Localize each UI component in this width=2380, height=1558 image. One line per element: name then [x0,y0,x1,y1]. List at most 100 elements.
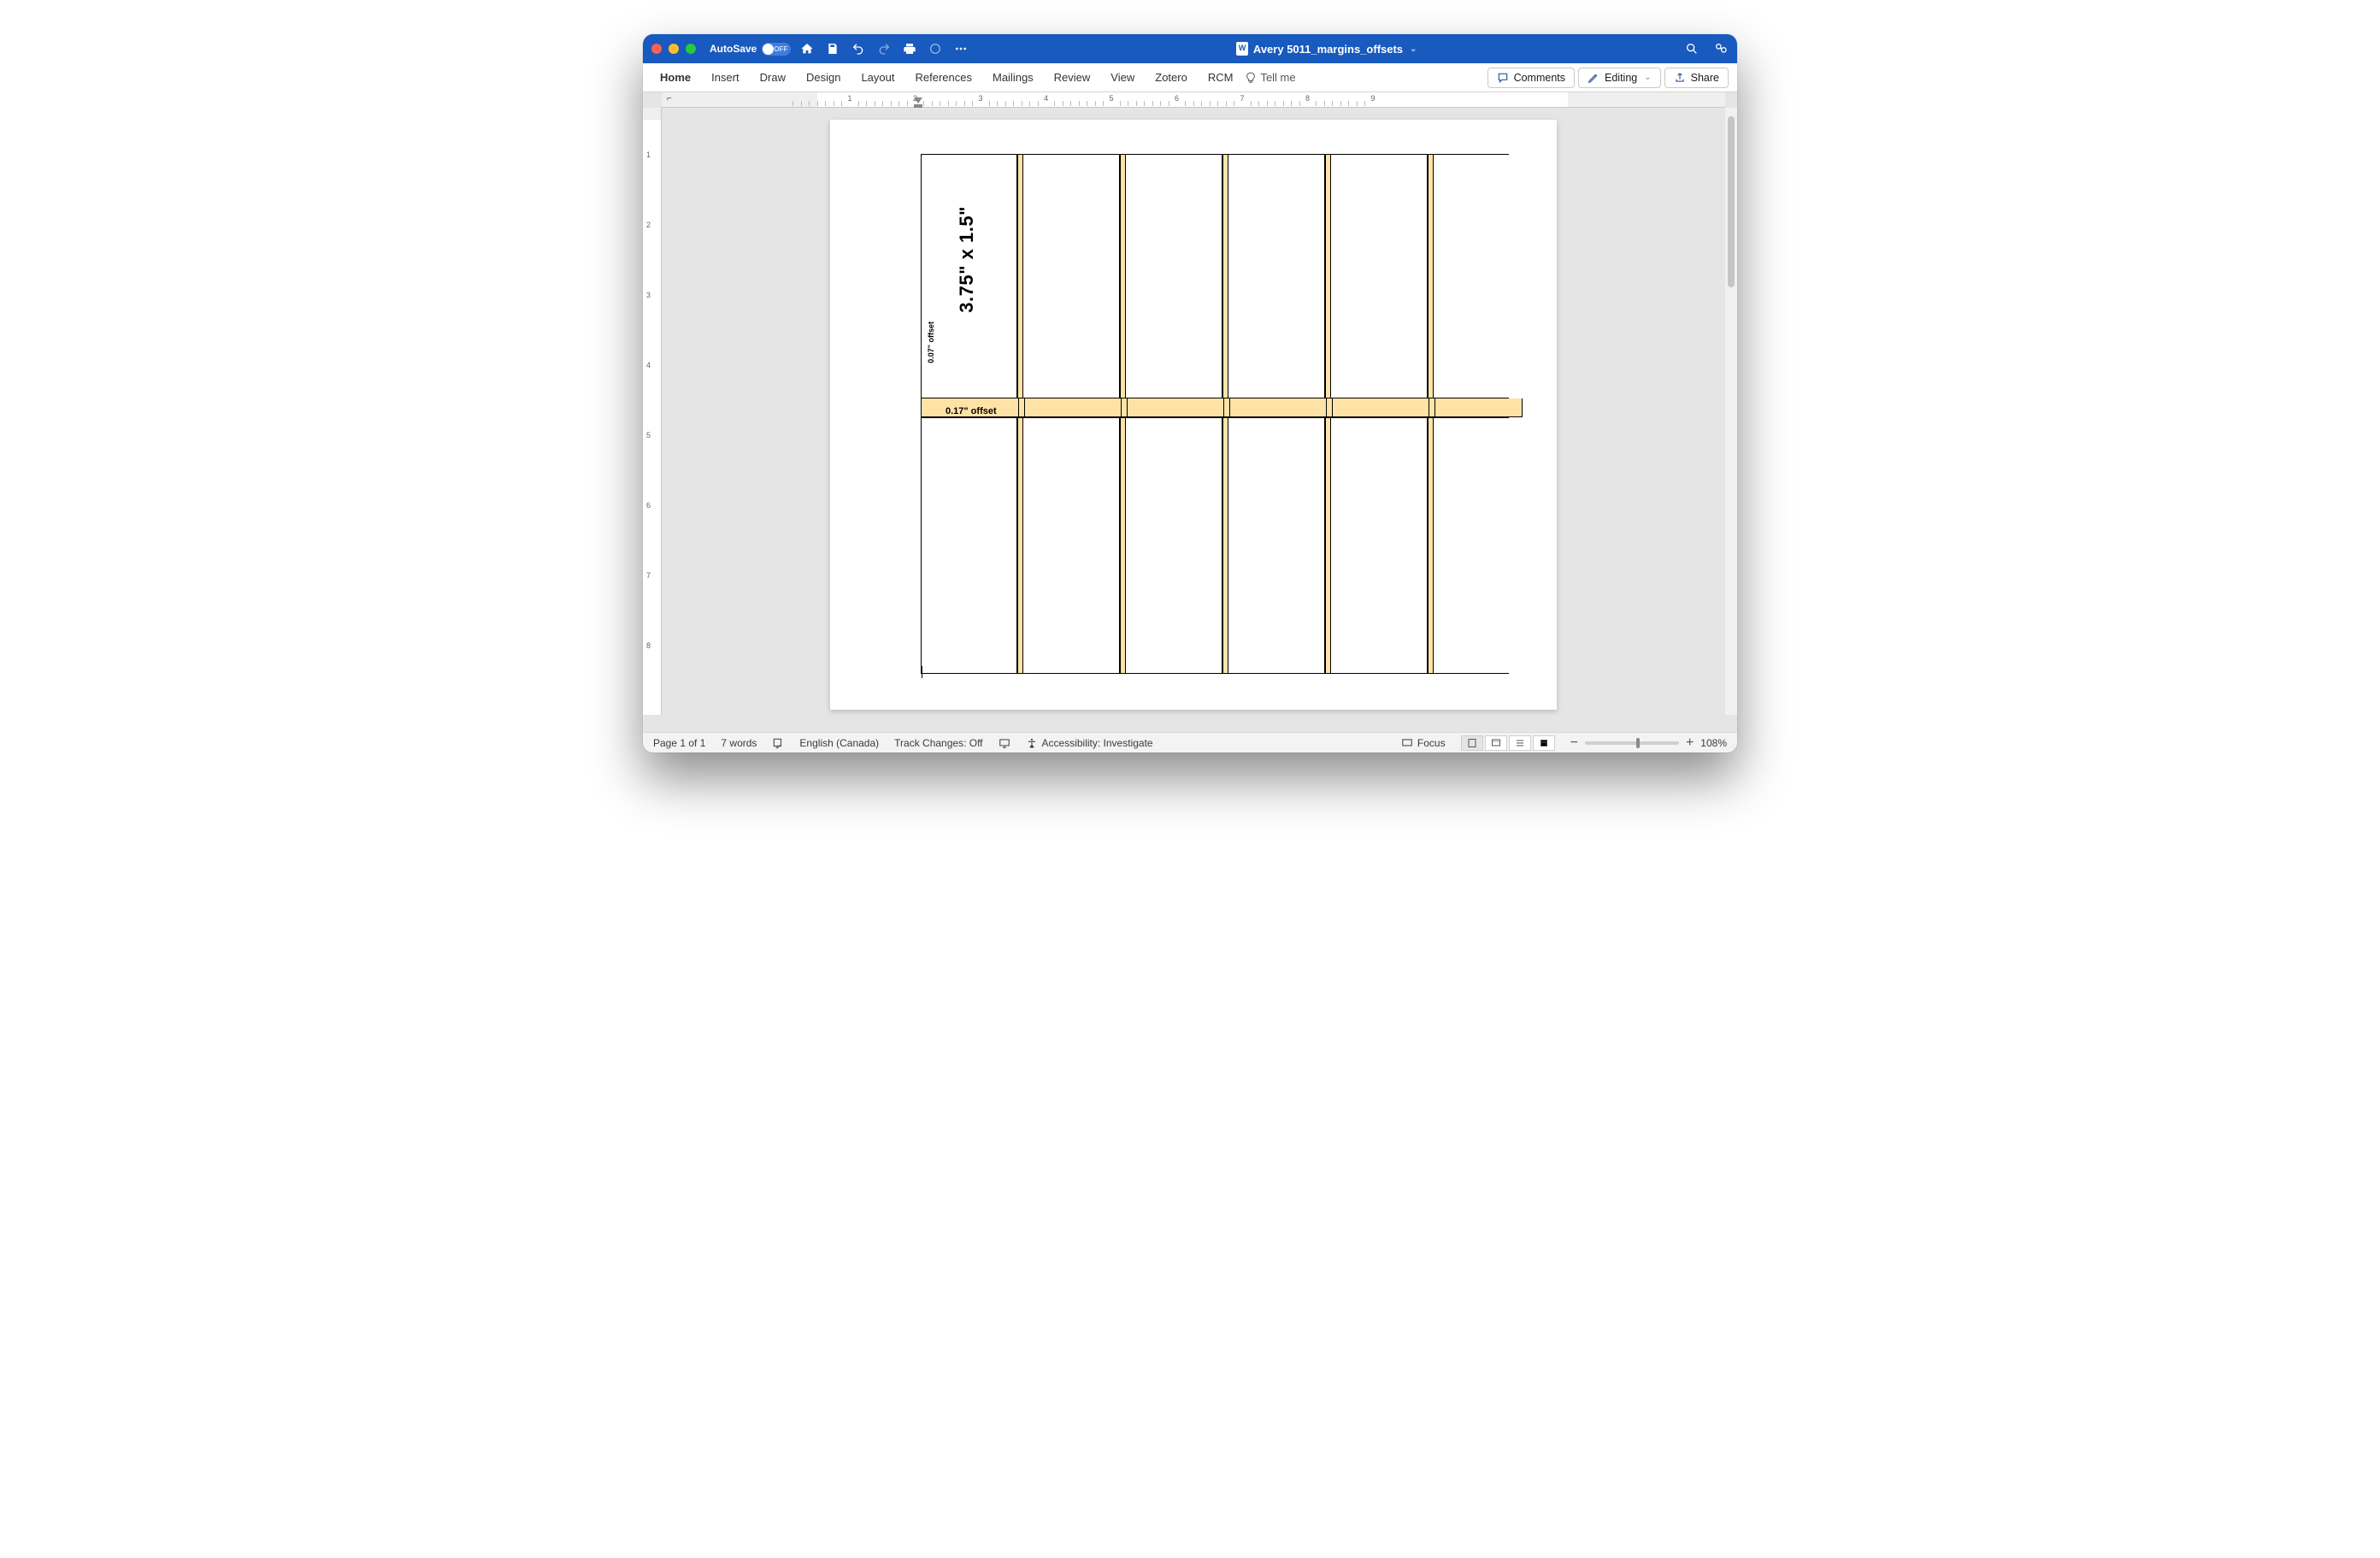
zoom-level[interactable]: 108% [1700,737,1727,749]
ruler-number: 4 [646,361,651,369]
ribbon-tabs: Home Insert Draw Design Layout Reference… [643,63,1737,92]
pencil-icon [1588,72,1599,84]
share-icon [1674,72,1686,84]
label-template-grid: 3.75" x 1.5" 0.07" offset [921,154,1523,676]
zoom-out-button[interactable]: − [1570,735,1578,751]
autosave-label: AutoSave [710,43,757,55]
label-cell[interactable] [1434,154,1509,398]
status-language[interactable]: English (Canada) [799,737,879,749]
page[interactable]: 3.75" x 1.5" 0.07" offset [830,120,1557,710]
comments-button[interactable]: Comments [1488,68,1575,88]
label-cell[interactable] [1434,417,1509,674]
zoom-window-button[interactable] [686,44,696,54]
minimize-window-button[interactable] [669,44,679,54]
focus-icon [1401,737,1413,749]
vertical-offset-strip [1222,154,1228,398]
print-layout-view-button[interactable] [1461,735,1483,751]
focus-label: Focus [1417,737,1446,749]
label-cell[interactable] [1023,417,1120,674]
ribbon-tab-view[interactable]: View [1102,66,1143,89]
autosave-control[interactable]: AutoSave OFF [710,43,791,56]
comment-icon [1497,72,1509,84]
ruler-number: 2 [913,94,917,103]
vertical-offset-strip [1428,417,1434,674]
print-icon[interactable] [902,41,917,56]
ribbon-tab-review[interactable]: Review [1046,66,1099,89]
ruler-number: 7 [646,571,651,580]
zoom-in-button[interactable]: + [1686,735,1694,751]
ribbon-tab-zotero[interactable]: Zotero [1146,66,1196,89]
label-size-text: 3.75" x 1.5" [956,206,978,313]
tell-me-search[interactable]: Tell me [1245,71,1295,84]
ruler-number: 1 [847,94,851,103]
ribbon-tab-home[interactable]: Home [651,66,699,89]
label-cell[interactable] [1331,154,1428,398]
view-switcher [1461,735,1555,751]
ruler-number: 3 [646,291,651,299]
label-cell[interactable]: 3.75" x 1.5" 0.07" offset [921,154,1017,398]
label-cell[interactable] [1126,154,1222,398]
statusbar: Page 1 of 1 7 words English (Canada) Tra… [643,732,1737,752]
web-layout-view-button[interactable] [1485,735,1507,751]
label-cell[interactable] [1228,417,1325,674]
ruler-number: 1 [646,150,651,159]
horizontal-ruler[interactable]: ⌐ 123456789 [662,92,1725,108]
label-cell[interactable] [1023,154,1120,398]
label-cell[interactable] [921,417,1017,674]
redo-icon[interactable] [876,41,892,56]
label-cell[interactable] [1331,417,1428,674]
ribbon-tab-draw[interactable]: Draw [751,66,794,89]
vertical-ruler[interactable]: 12345678 [643,108,662,715]
zoom-slider[interactable] [1585,741,1679,745]
ruler-number: 5 [646,431,651,440]
word-document-icon [1236,42,1248,56]
more-commands-icon[interactable] [953,41,969,56]
ruler-number: 6 [1175,94,1179,103]
search-icon[interactable] [1684,41,1700,56]
titlebar-right [1684,41,1729,56]
draft-view-button[interactable] [1533,735,1555,751]
word-window: AutoSave OFF [643,34,1737,752]
vertical-offset-strip [1120,154,1126,398]
share-button[interactable]: Share [1664,68,1729,88]
editing-label: Editing [1605,72,1637,84]
window-controls [651,44,696,54]
ruler-number: 3 [978,94,982,103]
ribbon-tab-design[interactable]: Design [798,66,849,89]
zoom-slider-knob[interactable] [1636,738,1640,748]
status-spellcheck-icon[interactable] [772,737,784,749]
close-window-button[interactable] [651,44,662,54]
focus-mode-button[interactable]: Focus [1401,737,1446,749]
save-icon[interactable] [825,41,840,56]
status-track-changes[interactable]: Track Changes: Off [894,737,982,749]
autosave-toggle[interactable]: OFF [762,43,791,56]
label-cell[interactable] [1228,154,1325,398]
qat-placeholder-icon[interactable] [928,41,943,56]
vertical-offset-strip [1325,417,1331,674]
status-display-settings-icon[interactable] [999,737,1010,749]
vertical-scrollbar[interactable] [1725,108,1737,715]
document-canvas[interactable]: 3.75" x 1.5" 0.07" offset [662,108,1725,732]
ruler-number: 5 [1109,94,1113,103]
scrollbar-thumb[interactable] [1728,116,1735,287]
ribbon-tab-references[interactable]: References [907,66,981,89]
undo-icon[interactable] [851,41,866,56]
vertical-offset-strip [1017,154,1023,398]
editing-mode-button[interactable]: Editing ⌄ [1578,68,1661,88]
vertical-offset-strip [1222,417,1228,674]
document-title[interactable]: Avery 5011_margins_offsets ⌄ [977,42,1676,56]
ribbon-tab-layout[interactable]: Layout [852,66,903,89]
ribbon-tab-rcm[interactable]: RCM [1199,66,1242,89]
vertical-offset-text: 0.07" offset [927,322,935,363]
ribbon-tab-insert[interactable]: Insert [703,66,748,89]
chevron-down-icon: ⌄ [1644,73,1651,82]
label-cell[interactable] [1126,417,1222,674]
ribbon-tab-mailings[interactable]: Mailings [984,66,1042,89]
status-words[interactable]: 7 words [721,737,757,749]
account-icon[interactable] [1713,41,1729,56]
status-accessibility[interactable]: Accessibility: Investigate [1026,737,1153,749]
home-icon[interactable] [799,41,815,56]
status-page[interactable]: Page 1 of 1 [653,737,705,749]
outline-view-button[interactable] [1509,735,1531,751]
tell-me-label: Tell me [1260,71,1295,84]
